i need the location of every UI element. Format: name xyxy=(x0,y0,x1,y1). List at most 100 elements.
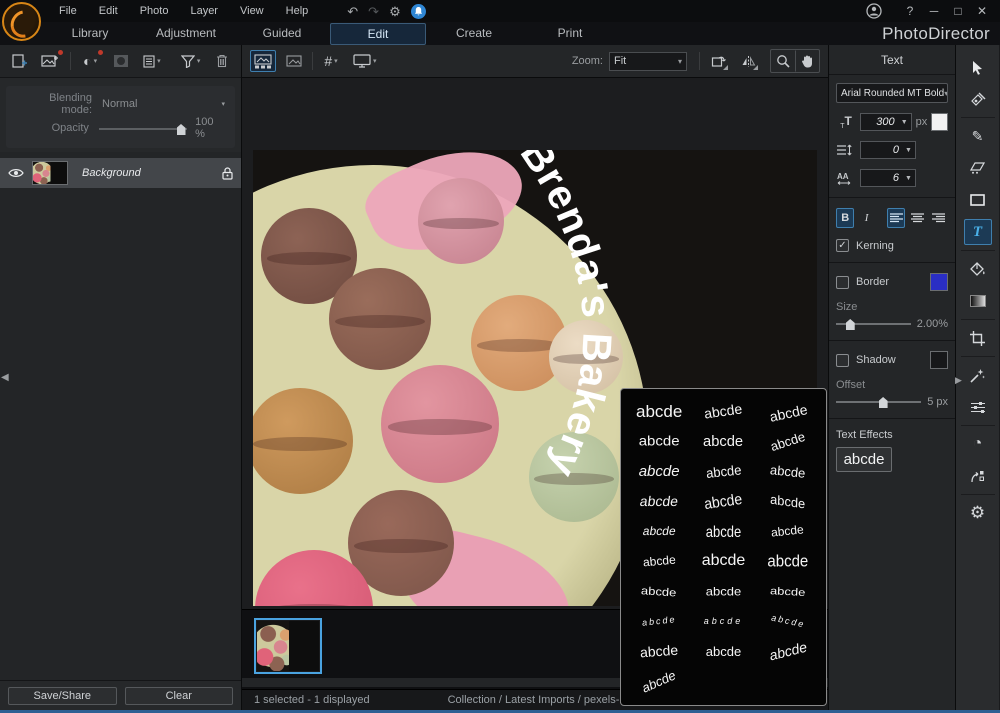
notification-bell-icon[interactable] xyxy=(411,4,426,19)
font-effect-sample[interactable]: abcde xyxy=(770,613,806,629)
font-family-dropdown[interactable]: Arial Rounded MT Bold▾ xyxy=(836,83,948,103)
pan-hand-tool[interactable] xyxy=(795,50,819,72)
clone-pie-tool[interactable]: ◔ xyxy=(964,431,992,457)
menu-file[interactable]: File xyxy=(48,2,88,20)
blending-mode-dropdown[interactable]: Normal▾ xyxy=(102,98,225,110)
tab-library[interactable]: Library xyxy=(42,23,138,45)
tab-print[interactable]: Print xyxy=(522,23,618,45)
undo-icon[interactable]: ↶ xyxy=(347,5,358,18)
layer-row-background[interactable]: Background xyxy=(0,158,241,188)
font-effect-sample[interactable]: abcde xyxy=(703,434,743,449)
tab-adjustment[interactable]: Adjustment xyxy=(138,23,234,45)
adjustment-sliders-tool[interactable] xyxy=(964,394,992,420)
menu-view[interactable]: View xyxy=(229,2,275,20)
character-spacing-input[interactable]: 6▼ xyxy=(860,169,916,187)
shape-rectangle-tool[interactable] xyxy=(964,187,992,213)
font-effect-sample[interactable]: abcde xyxy=(704,617,744,626)
zoom-dropdown[interactable]: Fit▾ xyxy=(609,52,687,71)
export-move-tool[interactable] xyxy=(964,463,992,489)
clear-button[interactable]: Clear xyxy=(125,687,234,705)
save-share-button[interactable]: Save/Share xyxy=(8,687,117,705)
border-checkbox[interactable]: ✓ xyxy=(836,276,849,289)
font-effect-sample[interactable]: abcde xyxy=(639,494,679,508)
pencil-brush-tool[interactable]: ✎ xyxy=(964,123,992,149)
settings-gear-icon[interactable]: ⚙ xyxy=(389,5,401,18)
menu-help[interactable]: Help xyxy=(275,2,320,20)
layer-menu-icon[interactable]: ▾ xyxy=(140,50,163,72)
font-effect-sample[interactable]: abcde xyxy=(767,553,808,570)
align-center-button[interactable] xyxy=(908,208,926,228)
align-right-button[interactable] xyxy=(930,208,948,228)
import-image-layer-icon[interactable] xyxy=(39,50,62,72)
bold-button[interactable]: B xyxy=(836,208,854,228)
font-effect-sample[interactable]: abcde xyxy=(705,462,742,479)
align-left-button[interactable] xyxy=(887,208,905,228)
font-effect-sample[interactable]: abcde xyxy=(768,640,808,663)
visibility-eye-icon[interactable] xyxy=(8,168,24,178)
close-button[interactable]: ✕ xyxy=(972,4,992,18)
tab-edit[interactable]: Edit xyxy=(330,23,426,45)
shadow-checkbox[interactable]: ✓ xyxy=(836,354,849,367)
new-layer-icon[interactable] xyxy=(8,50,31,72)
font-effect-sample[interactable]: abcde xyxy=(769,429,807,452)
font-effect-sample[interactable]: abcde xyxy=(704,401,744,420)
tab-guided[interactable]: Guided xyxy=(234,23,330,45)
filmstrip-thumbnail-selected[interactable] xyxy=(254,618,322,674)
magic-wand-tool[interactable] xyxy=(964,362,992,388)
font-effect-sample[interactable]: abcde xyxy=(770,463,807,480)
adjustment-layer-icon[interactable]: ◐▾ xyxy=(79,50,102,72)
kerning-checkbox[interactable]: ✓ xyxy=(836,239,849,252)
font-effect-sample[interactable]: abcde xyxy=(770,492,806,510)
fill-bucket-tool[interactable] xyxy=(964,256,992,282)
font-effect-sample[interactable]: abcde xyxy=(639,464,680,479)
lock-icon[interactable] xyxy=(222,167,233,180)
font-effect-sample[interactable]: abcde xyxy=(642,615,677,628)
font-effect-sample[interactable]: abcde xyxy=(639,434,680,448)
font-effect-sample[interactable]: abcde xyxy=(706,523,741,538)
menu-layer[interactable]: Layer xyxy=(179,2,229,20)
selected-text-effect[interactable]: abcde xyxy=(836,447,892,472)
account-icon[interactable] xyxy=(866,3,882,19)
font-effect-sample[interactable]: abcde xyxy=(768,402,808,424)
font-effect-sample[interactable]: abcde xyxy=(636,403,682,420)
font-effect-sample[interactable]: abcde xyxy=(704,491,744,512)
font-effect-sample[interactable]: abcde xyxy=(702,553,746,569)
eraser-tool[interactable] xyxy=(964,155,992,181)
grid-overlay-icon[interactable]: #▾ xyxy=(319,50,343,72)
font-size-input[interactable]: 300▼ xyxy=(860,113,912,131)
gradient-tool[interactable] xyxy=(964,288,992,314)
left-panel-collapse-arrow[interactable]: ◀ xyxy=(1,372,9,383)
font-effect-sample[interactable]: abcde xyxy=(641,584,677,597)
tools-settings-gear-icon[interactable]: ⚙ xyxy=(964,500,992,526)
rotate-canvas-icon[interactable] xyxy=(706,50,730,72)
help-button[interactable]: ? xyxy=(900,4,920,18)
soft-proof-monitor-icon[interactable]: ▾ xyxy=(349,50,381,72)
view-single-icon[interactable] xyxy=(282,50,306,72)
font-effect-sample[interactable]: abcde xyxy=(706,645,741,658)
text-tool[interactable]: T xyxy=(964,219,992,245)
font-effect-sample[interactable]: abcde xyxy=(770,585,806,597)
italic-button[interactable]: I xyxy=(857,208,875,228)
menu-edit[interactable]: Edit xyxy=(88,2,129,20)
menu-photo[interactable]: Photo xyxy=(129,2,180,20)
tab-create[interactable]: Create xyxy=(426,23,522,45)
border-size-slider[interactable] xyxy=(836,317,911,330)
opacity-slider[interactable] xyxy=(99,122,187,134)
redo-icon[interactable]: ↷ xyxy=(368,5,379,18)
delete-layer-trash-icon[interactable] xyxy=(210,50,233,72)
font-effect-sample[interactable]: abcde xyxy=(706,585,741,597)
zoom-loupe-tool[interactable] xyxy=(771,50,795,72)
font-effect-sample[interactable]: abcde xyxy=(642,525,677,537)
shadow-offset-slider[interactable] xyxy=(836,395,921,408)
mask-layer-icon[interactable] xyxy=(110,50,133,72)
panel-expander-arrow[interactable]: ▶ xyxy=(955,375,962,386)
view-single-with-filmstrip-icon[interactable] xyxy=(250,50,276,72)
font-effect-sample[interactable]: abcde xyxy=(642,554,676,569)
line-spacing-input[interactable]: 0▼ xyxy=(860,141,916,159)
flip-icon[interactable] xyxy=(736,50,760,72)
minimize-button[interactable]: ─ xyxy=(924,4,944,18)
design-stamp-tool[interactable] xyxy=(964,86,992,112)
font-effect-sample[interactable]: abcde xyxy=(771,523,805,538)
font-effect-sample[interactable]: abcde xyxy=(640,643,679,660)
select-pointer-tool[interactable] xyxy=(964,54,992,80)
